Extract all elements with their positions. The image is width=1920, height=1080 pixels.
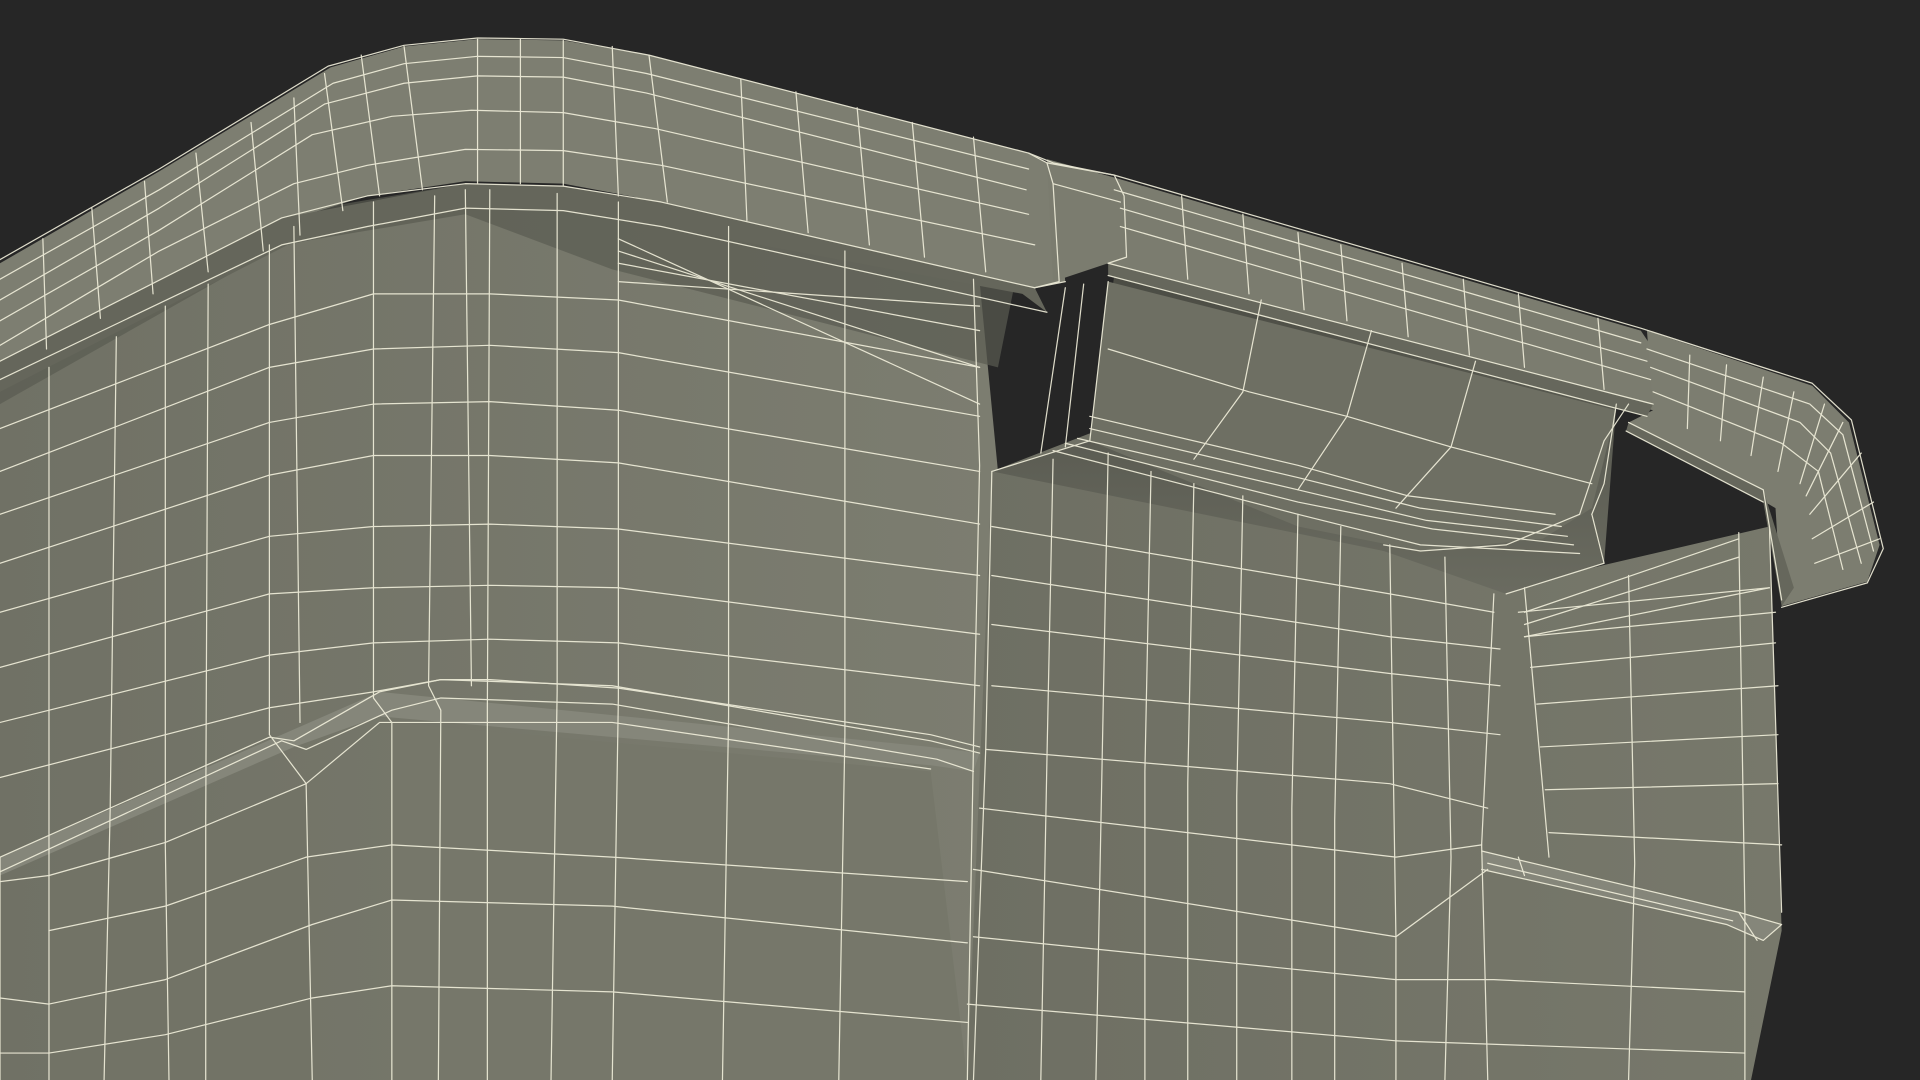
wireframe-scene [0, 0, 1920, 1080]
render-viewport [0, 0, 1920, 1080]
lower-panel-mid [391, 722, 968, 1080]
